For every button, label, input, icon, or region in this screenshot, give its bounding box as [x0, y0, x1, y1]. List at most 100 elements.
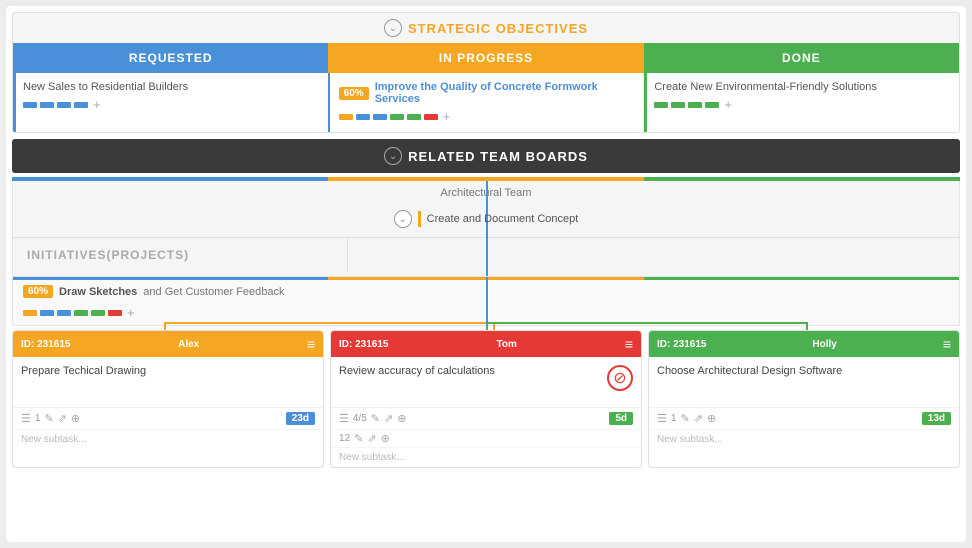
task1-new-subtask[interactable]: New subtask... — [13, 429, 323, 449]
team-boards-section: ⌄ RELATED TEAM BOARDS — [12, 139, 960, 173]
task2-attach-icon[interactable]: ⊕ — [397, 412, 406, 425]
team-boards-header: ⌄ RELATED TEAM BOARDS — [12, 139, 960, 173]
task3-link-icon[interactable]: ⇗ — [694, 412, 703, 425]
task-card-3: ID: 231615 Holly ≡ Choose Architectural … — [648, 330, 960, 468]
sdot — [91, 310, 105, 316]
dot — [390, 114, 404, 120]
task2-subtask-row: 12 ✎ ⇗ ⊕ — [331, 429, 641, 447]
task-card-1-menu[interactable]: ≡ — [307, 336, 315, 352]
inprogress-card-text: Improve the Quality of Concrete Formwork… — [375, 81, 634, 105]
dot — [23, 102, 37, 108]
sdot — [23, 310, 37, 316]
add-requested-button[interactable]: + — [93, 97, 101, 112]
task3-edit-icon[interactable]: ✎ — [680, 412, 689, 425]
sketches-row: 60% Draw Sketches and Get Customer Feedb… — [13, 280, 959, 303]
add-sketches-button[interactable]: + — [127, 305, 135, 320]
sdot — [74, 310, 88, 316]
task-card-2-menu[interactable]: ≡ — [625, 336, 633, 352]
page: ⌄ STRATEGIC OBJECTIVES REQUESTED IN PROG… — [0, 0, 972, 548]
inprogress-card: 60% Improve the Quality of Concrete Form… — [329, 73, 645, 132]
task1-duration: 23d — [286, 412, 315, 425]
dot — [407, 114, 421, 120]
task2-subtask-icon[interactable]: ✎ — [354, 432, 363, 445]
done-card-text: Create New Environmental-Friendly Soluti… — [654, 81, 949, 93]
task2-edit-icon[interactable]: ✎ — [371, 412, 380, 425]
task-card-1-body: Prepare Techical Drawing — [13, 357, 323, 407]
strategic-objectives-chevron[interactable]: ⌄ — [384, 19, 402, 37]
task-card-2: ID: 231615 Tom ≡ Review accuracy of calc… — [330, 330, 642, 468]
dot — [339, 114, 353, 120]
task-card-3-id: ID: 231615 — [657, 339, 706, 350]
task-card-1-title: Prepare Techical Drawing — [21, 365, 315, 393]
add-done-button[interactable]: + — [724, 97, 732, 112]
dot — [671, 102, 685, 108]
task-card-3-header: ID: 231615 Holly ≡ — [649, 331, 959, 357]
initiatives-right — [348, 237, 959, 272]
task-card-2-id: ID: 231615 — [339, 339, 388, 350]
task3-new-subtask[interactable]: New subtask... — [649, 429, 959, 449]
task-card-1-actions: ☰ 1 ✎ ⇗ ⊕ — [21, 412, 80, 425]
task-card-2-title-row: Review accuracy of calculations ⊘ — [339, 365, 633, 399]
task1-attach-icon[interactable]: ⊕ — [71, 412, 80, 425]
task-card-1-meta: ☰ 1 ✎ ⇗ ⊕ 23d — [13, 407, 323, 429]
task2-attach2-icon[interactable]: ⊕ — [381, 432, 390, 445]
dot — [688, 102, 702, 108]
task1-count: 1 — [35, 413, 41, 424]
task2-link2-icon[interactable]: ⇗ — [367, 432, 376, 445]
dot — [57, 102, 71, 108]
add-inprogress-button[interactable]: + — [443, 109, 451, 124]
task1-edit-icon[interactable]: ✎ — [44, 412, 53, 425]
task-card-2-assignee: Tom — [496, 339, 516, 350]
dot — [40, 102, 54, 108]
task-card-1: ID: 231615 Alex ≡ Prepare Techical Drawi… — [12, 330, 324, 468]
team-boards-chevron[interactable]: ⌄ — [384, 147, 402, 165]
task2-subtask-count: 12 — [339, 433, 350, 444]
task-card-1-assignee: Alex — [178, 339, 199, 350]
initiatives-title: INITIATIVES(PROJECTS) — [27, 248, 333, 262]
requested-dots: + — [23, 97, 318, 112]
task-card-3-title: Choose Architectural Design Software — [657, 365, 951, 393]
strategic-objectives-section: ⌄ STRATEGIC OBJECTIVES REQUESTED IN PROG… — [12, 12, 960, 133]
concept-bar — [418, 211, 421, 227]
task1-list-icon[interactable]: ☰ — [21, 412, 31, 425]
task3-attach-icon[interactable]: ⊕ — [707, 412, 716, 425]
kanban-header-requested: REQUESTED — [13, 43, 328, 73]
task3-duration: 13d — [922, 412, 951, 425]
task2-duration: 5d — [609, 412, 633, 425]
concept-row: ⌄ Create and Document Concept — [13, 205, 959, 233]
kanban-header: REQUESTED IN PROGRESS DONE — [13, 43, 959, 73]
task2-link-icon[interactable]: ⇗ — [384, 412, 393, 425]
sdot — [108, 310, 122, 316]
task2-count: 4/5 — [353, 413, 367, 424]
strategic-objectives-header: ⌄ STRATEGIC OBJECTIVES — [13, 13, 959, 43]
initiatives-panel: INITIATIVES(PROJECTS) — [13, 237, 348, 272]
concept-chevron[interactable]: ⌄ — [394, 210, 412, 228]
task-card-2-body: Review accuracy of calculations ⊘ — [331, 357, 641, 407]
task-card-2-meta: ☰ 4/5 ✎ ⇗ ⊕ 5d — [331, 407, 641, 429]
sketches-bold-text: Draw Sketches — [59, 286, 137, 298]
task1-link-icon[interactable]: ⇗ — [58, 412, 67, 425]
task2-list-icon[interactable]: ☰ — [339, 412, 349, 425]
strategic-objectives-title: STRATEGIC OBJECTIVES — [408, 21, 588, 36]
dot — [654, 102, 668, 108]
blocked-icon: ⊘ — [607, 365, 633, 391]
inprogress-badge: 60% — [339, 87, 369, 100]
concept-text: Create and Document Concept — [427, 213, 579, 225]
dot — [356, 114, 370, 120]
sdot — [40, 310, 54, 316]
task-card-2-actions: ☰ 4/5 ✎ ⇗ ⊕ — [339, 412, 406, 425]
done-dots: + — [654, 97, 949, 112]
task-card-2-header: ID: 231615 Tom ≡ — [331, 331, 641, 357]
kanban-header-done: DONE — [644, 43, 959, 73]
task-card-3-menu[interactable]: ≡ — [943, 336, 951, 352]
dot — [373, 114, 387, 120]
requested-card-text: New Sales to Residential Builders — [23, 81, 318, 93]
kanban-header-inprogress: IN PROGRESS — [328, 43, 643, 73]
sdot — [57, 310, 71, 316]
done-card: Create New Environmental-Friendly Soluti… — [644, 73, 959, 132]
task2-new-subtask[interactable]: New subtask... — [331, 447, 641, 467]
sketches-badge: 60% — [23, 285, 53, 298]
task3-list-icon[interactable]: ☰ — [657, 412, 667, 425]
task-card-3-assignee: Holly — [812, 339, 836, 350]
dot — [74, 102, 88, 108]
